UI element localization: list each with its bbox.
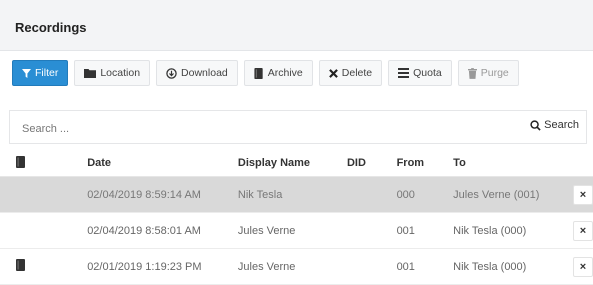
search-button[interactable]: Search bbox=[530, 119, 579, 131]
table-row[interactable]: 02/04/2019 8:59:14 AM Nik Tesla 000 Jule… bbox=[0, 176, 593, 213]
cell-display-name: Nik Tesla bbox=[237, 176, 347, 213]
cell-actions: × bbox=[573, 212, 593, 249]
table-row[interactable]: 02/01/2019 1:19:23 PM Jules Verne 001 Ni… bbox=[0, 248, 593, 285]
page-title: Recordings bbox=[15, 20, 87, 35]
purge-label: Purge bbox=[480, 67, 509, 79]
cell-date: 02/01/2019 1:19:23 PM bbox=[87, 248, 238, 285]
cell-to: Nik Tesla (000) bbox=[453, 212, 573, 249]
delete-row-button[interactable]: × bbox=[573, 184, 593, 205]
close-icon bbox=[328, 68, 338, 78]
search-icon bbox=[530, 119, 541, 131]
table-row[interactable]: 02/04/2019 8:58:01 AM Jules Verne 001 Ni… bbox=[0, 212, 593, 249]
cell-did bbox=[346, 212, 397, 249]
download-label: Download bbox=[181, 67, 228, 79]
filter-label: Filter bbox=[35, 67, 59, 79]
trash-icon bbox=[467, 67, 477, 79]
list-icon bbox=[398, 68, 410, 78]
cell-did bbox=[346, 248, 397, 285]
download-button[interactable]: Download bbox=[156, 60, 238, 86]
cell-date: 02/04/2019 8:58:01 AM bbox=[87, 212, 238, 249]
toolbar: Filter Location Download Archive Delete … bbox=[12, 60, 519, 88]
header-from[interactable]: From bbox=[396, 150, 454, 177]
filter-button[interactable]: Filter bbox=[12, 60, 69, 86]
archive-button[interactable]: Archive bbox=[243, 60, 313, 86]
delete-row-button[interactable]: × bbox=[573, 256, 593, 277]
location-label: Location bbox=[100, 67, 141, 79]
download-icon bbox=[166, 67, 177, 79]
panel-header: Recordings bbox=[0, 0, 593, 51]
cell-to: Nik Tesla (000) bbox=[453, 248, 573, 285]
cell-display-name: Jules Verne bbox=[237, 212, 347, 249]
cell-actions: × bbox=[573, 176, 593, 213]
archive-icon bbox=[16, 259, 26, 271]
archive-cell bbox=[0, 176, 88, 213]
search-bar: Search bbox=[9, 110, 587, 144]
cell-did bbox=[346, 176, 397, 213]
cell-actions: × bbox=[573, 248, 593, 285]
cell-to: Jules Verne (001) bbox=[453, 176, 573, 213]
archive-icon bbox=[16, 155, 26, 168]
purge-button[interactable]: Purge bbox=[457, 60, 519, 86]
search-input[interactable] bbox=[20, 118, 494, 140]
folder-icon bbox=[84, 68, 97, 78]
cell-from: 000 bbox=[396, 176, 454, 213]
delete-label: Delete bbox=[341, 67, 373, 79]
header-did[interactable]: DID bbox=[346, 150, 397, 177]
quota-label: Quota bbox=[413, 67, 442, 79]
archive-cell bbox=[0, 248, 88, 285]
archive-label: Archive bbox=[267, 67, 303, 79]
header-actions bbox=[573, 150, 593, 177]
archive-cell bbox=[0, 212, 88, 249]
cell-display-name: Jules Verne bbox=[237, 248, 347, 285]
cell-from: 001 bbox=[396, 248, 454, 285]
quota-button[interactable]: Quota bbox=[388, 60, 452, 86]
header-date[interactable]: Date bbox=[87, 150, 238, 177]
header-archive-col bbox=[0, 150, 88, 177]
delete-row-button[interactable]: × bbox=[573, 220, 593, 241]
header-display-name[interactable]: Display Name bbox=[237, 150, 347, 177]
recordings-table: Date Display Name DID From To 02/04/2019… bbox=[0, 150, 593, 285]
filter-icon bbox=[22, 68, 31, 78]
table-header-row: Date Display Name DID From To bbox=[0, 150, 593, 177]
header-to[interactable]: To bbox=[453, 150, 573, 177]
location-button[interactable]: Location bbox=[74, 60, 151, 86]
search-button-label: Search bbox=[544, 119, 579, 131]
cell-date: 02/04/2019 8:59:14 AM bbox=[87, 176, 238, 213]
cell-from: 001 bbox=[396, 212, 454, 249]
archive-icon bbox=[254, 67, 264, 79]
delete-button[interactable]: Delete bbox=[318, 60, 383, 86]
